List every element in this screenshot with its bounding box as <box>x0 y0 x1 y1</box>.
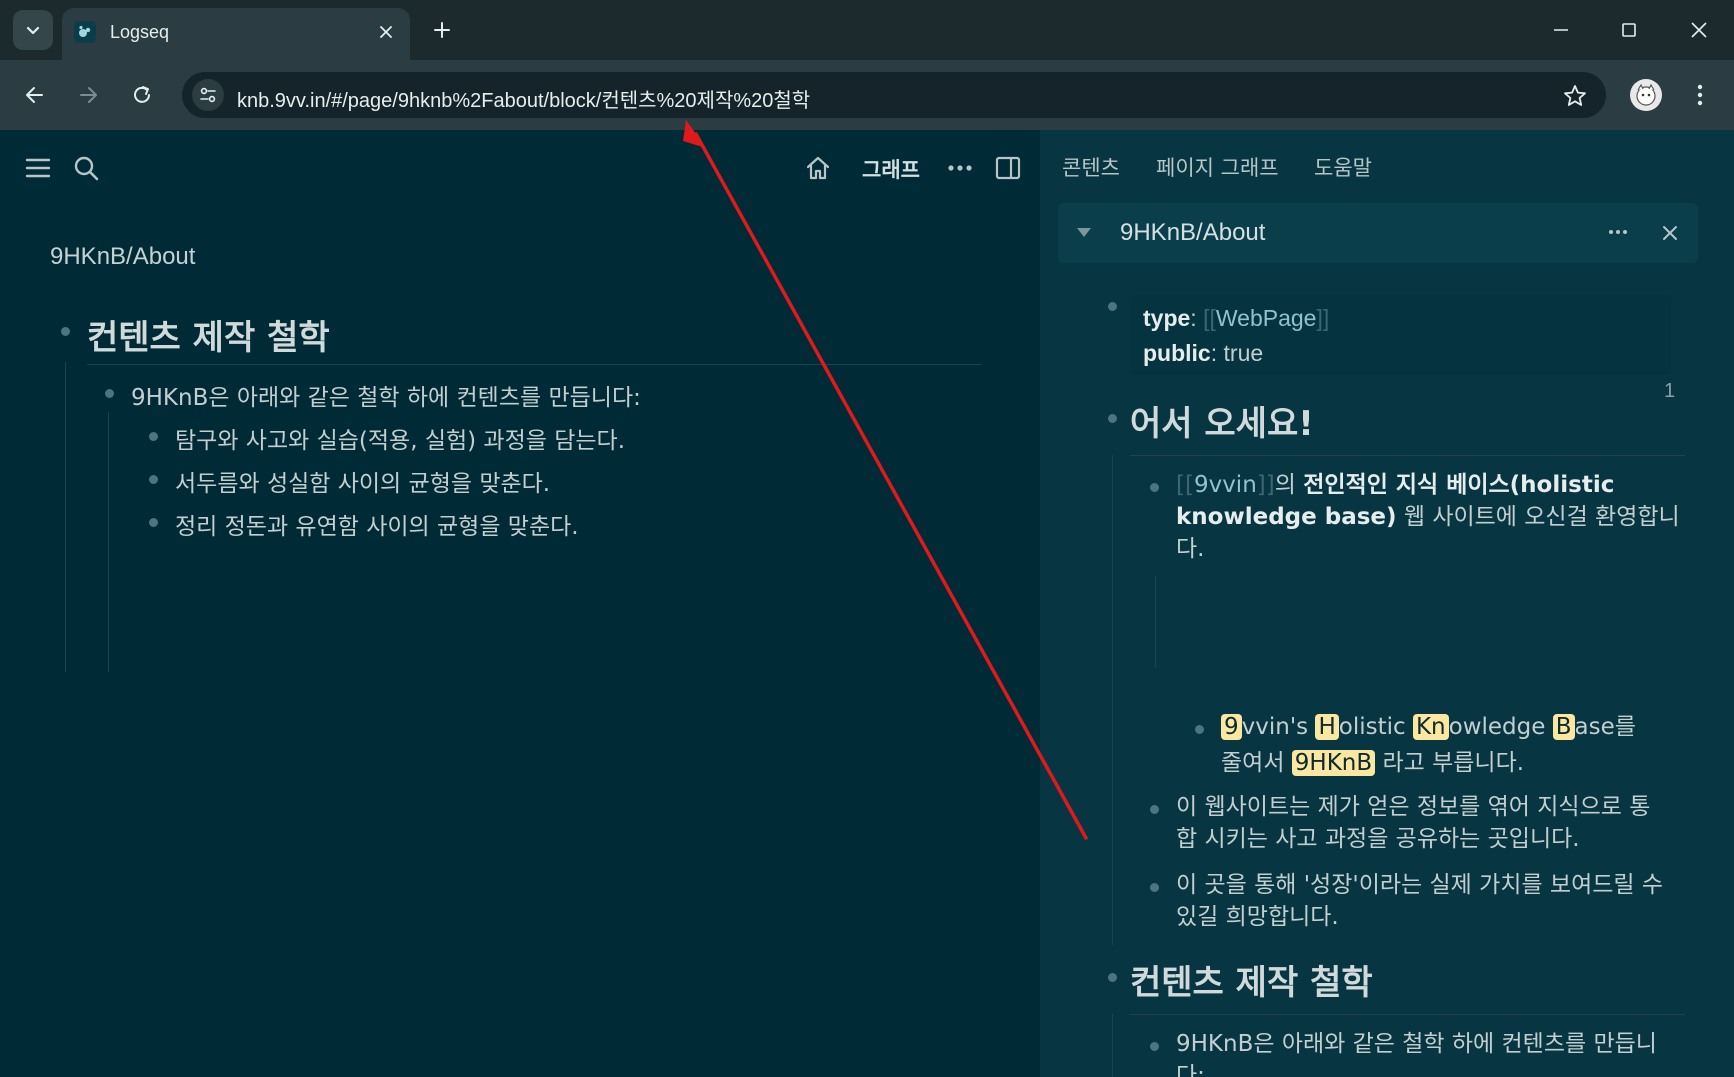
tab-page-graph[interactable]: 페이지 그래프 <box>1156 152 1279 182</box>
browser-tab[interactable]: Logseq <box>62 8 410 60</box>
block-bullet[interactable] <box>1108 302 1117 311</box>
page-title[interactable]: 9HKnB/About <box>50 243 195 271</box>
menu-icon[interactable] <box>20 150 56 186</box>
block-item[interactable]: 서두름와 성실함 사이의 균형을 맞춘다. <box>175 464 550 498</box>
more-horizontal-icon[interactable] <box>942 150 978 186</box>
profile-avatar[interactable] <box>1630 79 1662 111</box>
block-guide-line <box>1112 455 1113 945</box>
welcome-block[interactable]: [[9vvin]]의 전인적인 지식 베이스(holistic knowledg… <box>1176 469 1680 565</box>
tab-help[interactable]: 도움말 <box>1314 152 1372 182</box>
block-bullet[interactable] <box>1150 483 1159 492</box>
page-link[interactable]: 9vvin <box>1194 472 1257 498</box>
tab-contents[interactable]: 콘텐츠 <box>1062 152 1120 182</box>
heading-divider <box>1130 1014 1685 1015</box>
card-close-icon[interactable] <box>1662 225 1678 241</box>
back-icon[interactable] <box>15 75 55 115</box>
search-icon[interactable] <box>68 150 104 186</box>
close-tab-icon[interactable] <box>374 20 398 44</box>
app-header: 그래프 <box>0 130 1040 206</box>
block-guide-line <box>1155 576 1156 668</box>
collapse-caret-icon[interactable] <box>1076 227 1092 239</box>
philosophy-heading[interactable]: 컨텐츠 제작 철학 <box>1130 955 1373 1004</box>
heading-divider <box>1130 455 1685 456</box>
welcome-heading[interactable]: 어서 오세요! <box>1130 396 1314 445</box>
acronym-block[interactable]: 9 vvin's Holistic Kn owledge Base를 줄여서 9HK… <box>1221 711 1636 779</box>
reload-icon[interactable] <box>122 75 162 115</box>
page-properties[interactable]: type: [[WebPage]] public: true <box>1131 295 1671 375</box>
card-more-icon[interactable] <box>1608 229 1628 235</box>
growth-block[interactable]: 이 곳을 통해 '성장'이라는 실제 가치를 보여드릴 수 있길 희망합니다. <box>1176 869 1663 933</box>
heading-divider <box>87 364 981 365</box>
block-guide-line <box>1112 1014 1113 1077</box>
tab-search-button[interactable] <box>13 10 53 50</box>
maximize-icon[interactable] <box>1609 10 1649 50</box>
minimize-icon[interactable] <box>1541 10 1581 50</box>
bookmark-star-icon[interactable] <box>1562 83 1588 109</box>
block-ref-count[interactable]: 1 <box>1664 380 1675 403</box>
right-sidebar: 콘텐츠 페이지 그래프 도움말 9HKnB/About type: [[WebP… <box>1040 130 1734 1077</box>
philosophy-intro[interactable]: 9HKnB은 아래와 같은 철학 하에 컨텐츠를 만듭니 다: <box>1176 1028 1657 1077</box>
graph-button[interactable]: 그래프 <box>862 154 920 184</box>
more-vertical-icon[interactable] <box>1690 80 1710 110</box>
site-info-icon[interactable] <box>192 79 224 111</box>
block-bullet[interactable] <box>149 518 158 527</box>
block-intro[interactable]: 9HKnB은 아래와 같은 철학 하에 컨텐츠를 만듭니다: <box>131 378 641 412</box>
new-tab-plus-icon[interactable] <box>426 14 458 46</box>
block-bullet[interactable] <box>105 389 114 398</box>
property-type: type: [[WebPage]] <box>1143 305 1330 331</box>
url-text[interactable]: knb.9vv.in/#/page/9hknb%2Fabout/block/컨텐… <box>237 84 810 113</box>
address-bar[interactable]: knb.9vv.in/#/page/9hknb%2Fabout/block/컨텐… <box>182 72 1606 118</box>
block-bullet[interactable] <box>149 432 158 441</box>
block-bullet[interactable] <box>61 327 70 336</box>
block-bullet[interactable] <box>1195 725 1204 734</box>
block-bullet[interactable] <box>1108 973 1117 982</box>
chevron-down-icon <box>26 26 40 35</box>
block-heading[interactable]: 컨텐츠 제작 철학 <box>87 310 330 359</box>
toggle-right-sidebar-icon[interactable] <box>990 150 1026 186</box>
block-bullet[interactable] <box>149 475 158 484</box>
tab-title: Logseq <box>110 22 170 42</box>
home-icon[interactable] <box>800 150 836 186</box>
block-guide-line <box>65 362 66 672</box>
window-close-icon[interactable] <box>1679 10 1719 50</box>
block-bullet[interactable] <box>1150 1042 1159 1051</box>
property-public: public: true <box>1143 340 1264 366</box>
block-bullet[interactable] <box>1150 805 1159 814</box>
block-item[interactable]: 탐구와 사고와 실습(적용, 실험) 과정을 담는다. <box>175 421 625 455</box>
block-bullet[interactable] <box>1150 883 1159 892</box>
browser-tab-bar: Logseq <box>0 0 1734 60</box>
forward-icon[interactable] <box>68 75 108 115</box>
block-item[interactable]: 정리 정돈과 유연함 사이의 균형을 맞춘다. <box>175 507 579 541</box>
block-guide-line <box>108 412 109 672</box>
logseq-favicon-icon <box>74 21 96 43</box>
site-purpose-block[interactable]: 이 웹사이트는 제가 얻은 정보를 엮어 지식으로 통 합 시키는 사고 과정을… <box>1176 791 1650 855</box>
block-bullet[interactable] <box>1108 414 1117 423</box>
browser-toolbar: knb.9vv.in/#/page/9hknb%2Fabout/block/컨텐… <box>0 60 1734 130</box>
sidebar-card-header[interactable]: 9HKnB/About <box>1058 203 1698 263</box>
property-link[interactable]: WebPage <box>1216 305 1317 331</box>
main-content: 그래프 9HKnB/About 컨텐츠 제작 철학 9HKnB은 아래와 같은 … <box>0 130 1040 1077</box>
sidebar-card-title[interactable]: 9HKnB/About <box>1120 219 1265 247</box>
